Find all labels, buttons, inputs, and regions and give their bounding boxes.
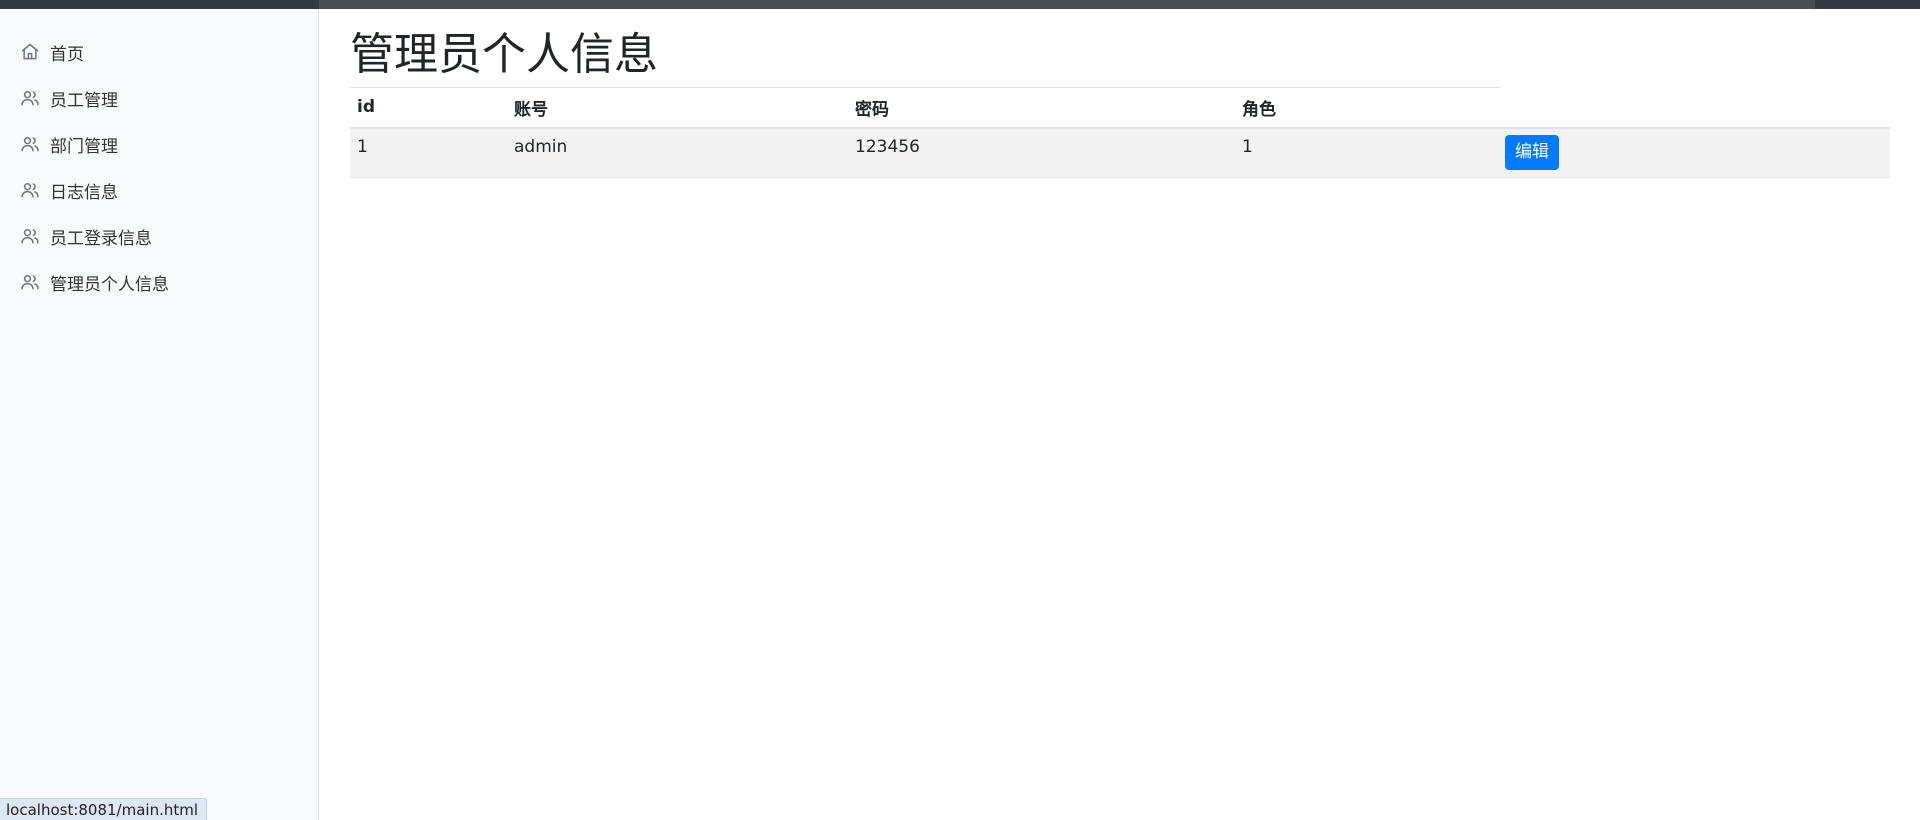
main-content: 管理员个人信息 id 账号 密码 角色 1 admin 123456 1 编辑 [350,9,1890,178]
sidebar-item-label: 日志信息 [50,182,118,203]
page-title: 管理员个人信息 [350,29,658,80]
sidebar: 首页 员工管理 部门管理 日志信息 员工登录信息 管理员个人信息 [0,9,319,820]
users-icon [20,180,40,200]
sidebar-item-employee-login-info[interactable]: 员工登录信息 [0,213,318,259]
sidebar-item-department-management[interactable]: 部门管理 [0,121,318,167]
top-navbar [0,0,1920,9]
column-header-role: 角色 [1235,87,1500,129]
sidebar-item-label: 员工管理 [50,90,118,111]
sidebar-item-label: 部门管理 [50,136,118,157]
sidebar-item-admin-profile[interactable]: 管理员个人信息 [0,259,318,305]
cell-password: 123456 [848,127,1235,178]
column-header-password: 密码 [848,87,1235,129]
users-icon [20,226,40,246]
sidebar-item-label: 管理员个人信息 [50,274,169,295]
sidebar-item-label: 员工登录信息 [50,228,152,249]
users-icon [20,272,40,292]
sidebar-item-label: 首页 [50,44,84,65]
status-bar-url: localhost:8081/main.html [0,798,208,820]
home-icon [20,42,40,62]
users-icon [20,134,40,154]
table-row: 1 admin 123456 1 编辑 [350,127,1890,178]
admin-info-table: id 账号 密码 角色 1 admin 123456 1 编辑 [350,87,1890,178]
cell-action: 编辑 [1500,127,1890,178]
cell-id: 1 [350,127,507,178]
users-icon [20,88,40,108]
cell-account: admin [507,127,848,178]
table-body: 1 admin 123456 1 编辑 [350,127,1890,178]
column-header-action [1500,87,1890,129]
table-header-row: id 账号 密码 角色 [350,87,1890,129]
column-header-id: id [350,87,507,129]
top-navbar-segment [319,0,1815,9]
sidebar-item-log-info[interactable]: 日志信息 [0,167,318,213]
table-header: id 账号 密码 角色 [350,87,1890,129]
cell-role: 1 [1235,127,1500,178]
sidebar-item-home[interactable]: 首页 [0,29,318,75]
sidebar-item-employee-management[interactable]: 员工管理 [0,75,318,121]
column-header-account: 账号 [507,87,848,129]
edit-button[interactable]: 编辑 [1505,134,1559,170]
sidebar-nav: 首页 员工管理 部门管理 日志信息 员工登录信息 管理员个人信息 [0,9,318,305]
